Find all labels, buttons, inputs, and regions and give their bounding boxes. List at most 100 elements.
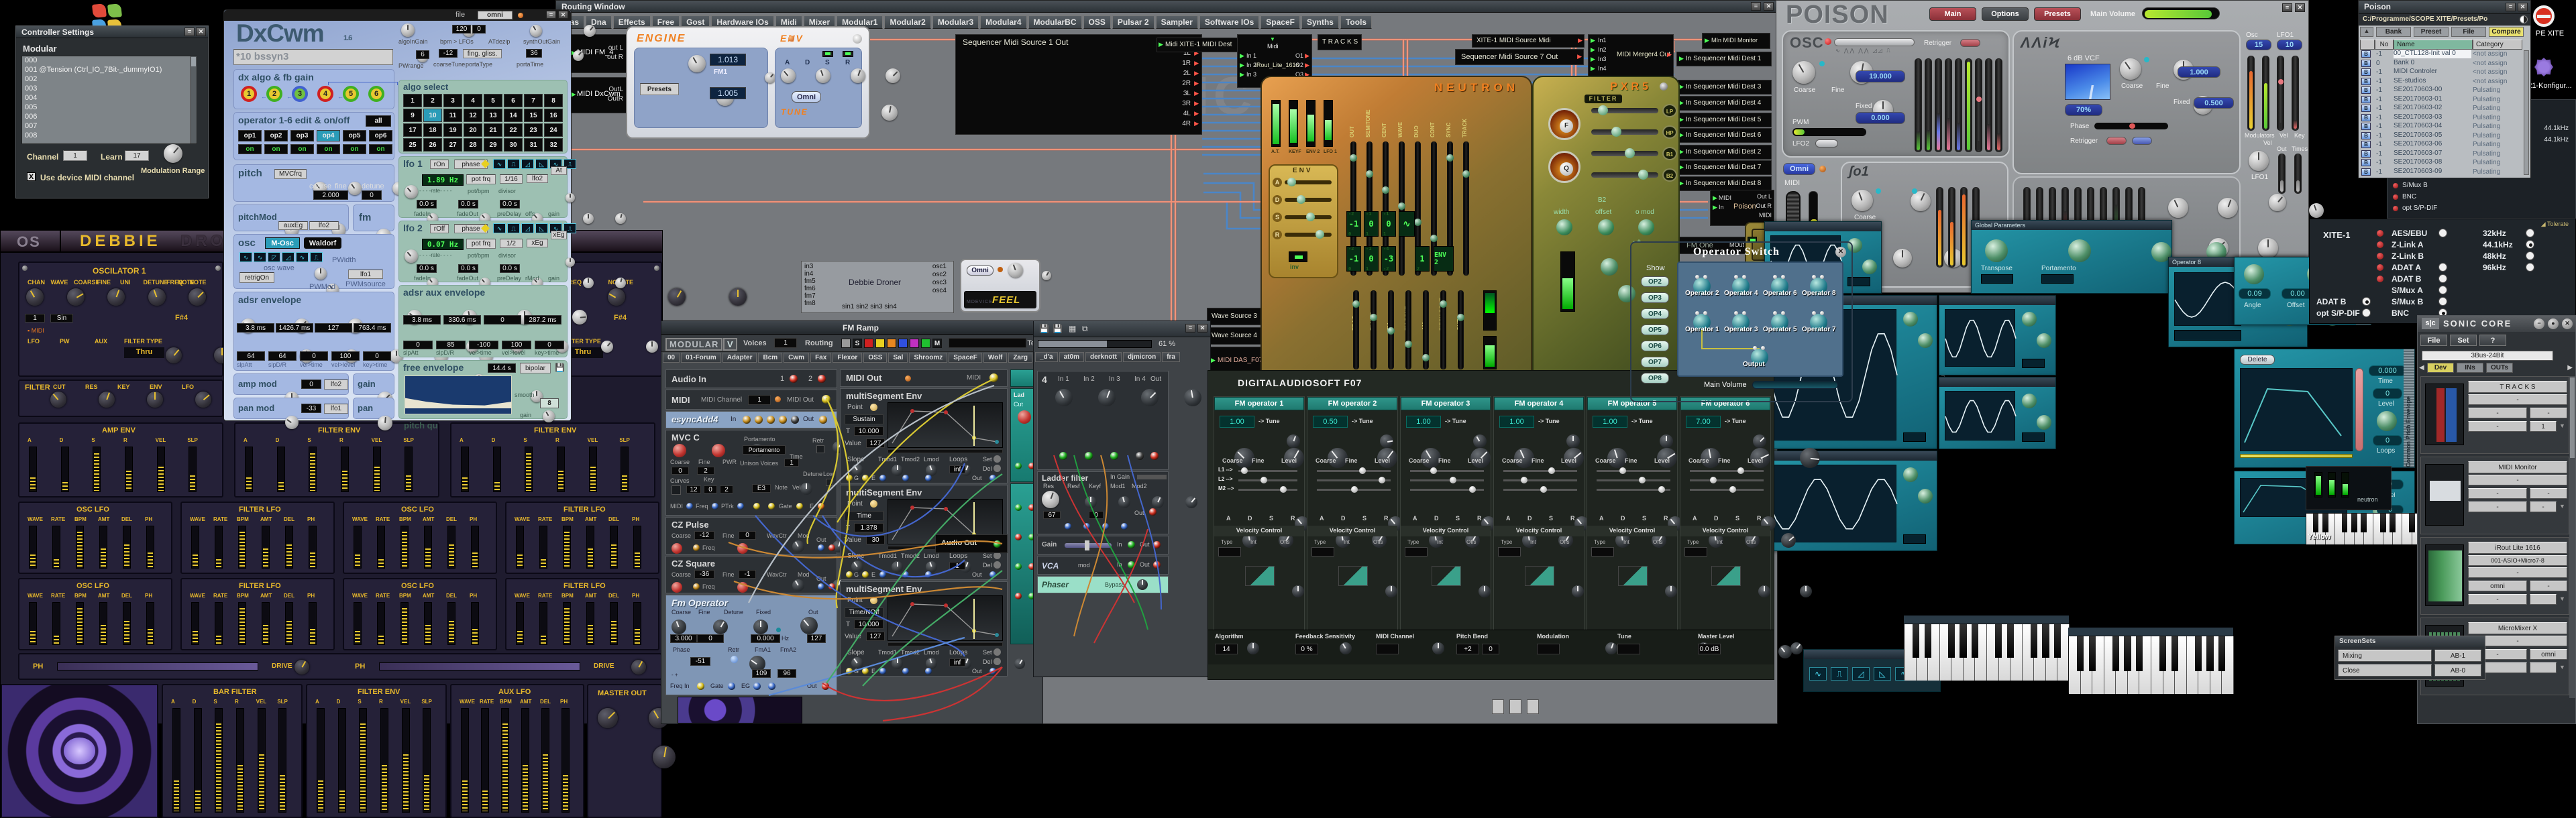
knob[interactable] [1042,271,1051,280]
algo-2[interactable]: 2 [423,94,442,107]
retrigger-button[interactable] [1960,39,1980,47]
use-midi-channel-checkbox[interactable]: X [27,172,36,181]
radio-S/Mux A[interactable] [2438,286,2447,294]
knob[interactable] [1903,467,1918,482]
button-Main[interactable]: Main [1929,7,1976,21]
knob[interactable] [2218,198,2238,218]
knob[interactable] [405,185,418,198]
lfo2-panel-mod2[interactable]: xEg [551,231,567,239]
knob[interactable] [2022,394,2037,408]
algo-20[interactable]: 20 [464,123,482,137]
op-button-op3[interactable]: op3 [290,130,314,141]
knob[interactable] [543,410,555,422]
knob[interactable] [885,68,900,83]
bus-field[interactable]: 3Bus-24Bit [2422,351,2553,361]
mod-slider-track[interactable] [1410,479,1484,481]
slider-RATE[interactable] [481,708,489,813]
common-pitch-envelope-module[interactable]: Delete0.000Time0Level0LoopsCommon Pitch … [2234,349,2415,468]
thru-selector[interactable]: Thru [124,347,164,358]
teal-osc-window-5-title[interactable] [1939,377,2055,387]
module-xite-midi-source[interactable]: XITE-1 MIDI Source Midi▶ [1472,34,1585,48]
slider-handle[interactable] [1625,148,1635,158]
list-row[interactable]: 005 [22,103,197,113]
controller-listbox[interactable]: 000001 @Tension (Ctrl_IO_7Bit-_dummyIO1)… [21,56,197,144]
knob[interactable] [1380,434,1393,448]
retrig-button[interactable]: retrigOn [239,272,274,283]
osc-fader-3[interactable] [1945,58,1952,152]
op-button-op6[interactable]: op6 [369,130,392,141]
bank-icon[interactable]: B [2361,86,2371,94]
knob[interactable] [598,708,618,728]
module-dest-7[interactable]: ▶In Sequencer Midi Dest 7 [1676,160,1772,175]
bank-icon[interactable]: B [2361,105,2371,112]
algo-15[interactable]: 15 [524,109,543,122]
algo-4[interactable]: 4 [464,94,482,107]
bank-icon[interactable]: B [2361,159,2371,166]
ph-bar[interactable] [379,662,580,670]
osc-fader-0[interactable] [1915,58,1922,152]
close-icon[interactable]: ✕ [2295,3,2305,12]
mod-slider-track[interactable] [1238,489,1297,491]
menu-?[interactable]: ? [2479,335,2506,346]
pill-OP4[interactable]: OP4 [1641,308,1669,319]
preset-name[interactable]: SE20170603-03 [2394,113,2471,122]
op-button-op1[interactable]: op1 [238,130,262,141]
op-on-op5[interactable]: on [343,144,366,154]
algo-operator-1[interactable]: 1← [241,86,257,102]
preset-tab-Compare[interactable]: Compare [2489,27,2524,37]
dropdown-icon[interactable]: ▼ [2559,664,2565,670]
radio-AES/EBU[interactable] [2438,229,2447,237]
slider-PH[interactable] [309,602,317,645]
minimize-button[interactable]: = [546,11,556,19]
slider-WAVE[interactable] [191,602,199,645]
slider-PH[interactable] [471,526,479,569]
preset-name[interactable]: SE20170603-05 [2394,131,2471,140]
knob[interactable] [315,268,327,280]
wave-icon[interactable]: ⎍ [1831,667,1848,681]
slider-SLP[interactable] [423,708,431,813]
module-tracks[interactable]: T R A C K S [1318,34,1362,50]
radio-S/Mux B[interactable] [2438,297,2447,306]
algo-1[interactable]: 1 [403,94,422,107]
module-midi-monitor[interactable]: ▶MIn MIDI Monitor [1702,33,1770,49]
slider-DEL[interactable] [541,708,549,813]
knob[interactable] [1287,434,1300,448]
cell[interactable]: - [2468,502,2527,512]
env-slider-track[interactable] [1285,233,1332,237]
wave-icon[interactable]: ◿ [1852,667,1870,681]
pill-OP6[interactable]: OP6 [1641,341,1669,351]
slider-PH[interactable] [146,602,154,645]
knob[interactable] [189,288,206,306]
mod-slider-track[interactable] [1690,470,1764,472]
free-env-display[interactable] [405,375,512,414]
osc-fader-2[interactable] [1935,58,1942,152]
op-on-op3[interactable]: on [290,144,314,154]
fader2-FRAC[interactable] [1353,290,1359,369]
wave-icon[interactable]: ◺ [1874,667,1891,681]
screenset-val-1[interactable]: AB-0 [2434,664,2481,677]
op-on-op2[interactable]: on [264,144,288,154]
algo-7[interactable]: 7 [524,94,543,107]
knob[interactable] [285,416,299,429]
cell[interactable] [2530,594,2557,605]
knob[interactable] [1572,585,1584,597]
op-button-op4[interactable]: op4 [317,130,340,141]
tab-Dev[interactable]: Dev [2427,363,2454,373]
slider-RATE[interactable] [539,602,547,645]
screenset-Mixing[interactable]: Mixing [2338,650,2432,662]
save-icon[interactable]: 💾 [555,363,565,372]
knob[interactable] [816,68,830,83]
maximize-button[interactable]: ● [2548,318,2559,329]
slider-RATE[interactable] [52,602,60,645]
knob[interactable] [1851,190,1873,211]
algo-operator-4[interactable]: 4← [317,86,333,102]
button-Options[interactable]: Options [1982,7,2029,21]
inv-button[interactable] [1289,251,1307,262]
slider-handle[interactable] [1611,127,1621,137]
slider-SLP[interactable] [278,708,286,813]
slider-RATE[interactable] [539,526,547,569]
knob[interactable] [2258,238,2278,258]
slider-BPM[interactable] [76,526,84,569]
slider-BPM[interactable] [76,602,84,645]
wave-icon[interactable]: ∿ [1809,667,1827,681]
